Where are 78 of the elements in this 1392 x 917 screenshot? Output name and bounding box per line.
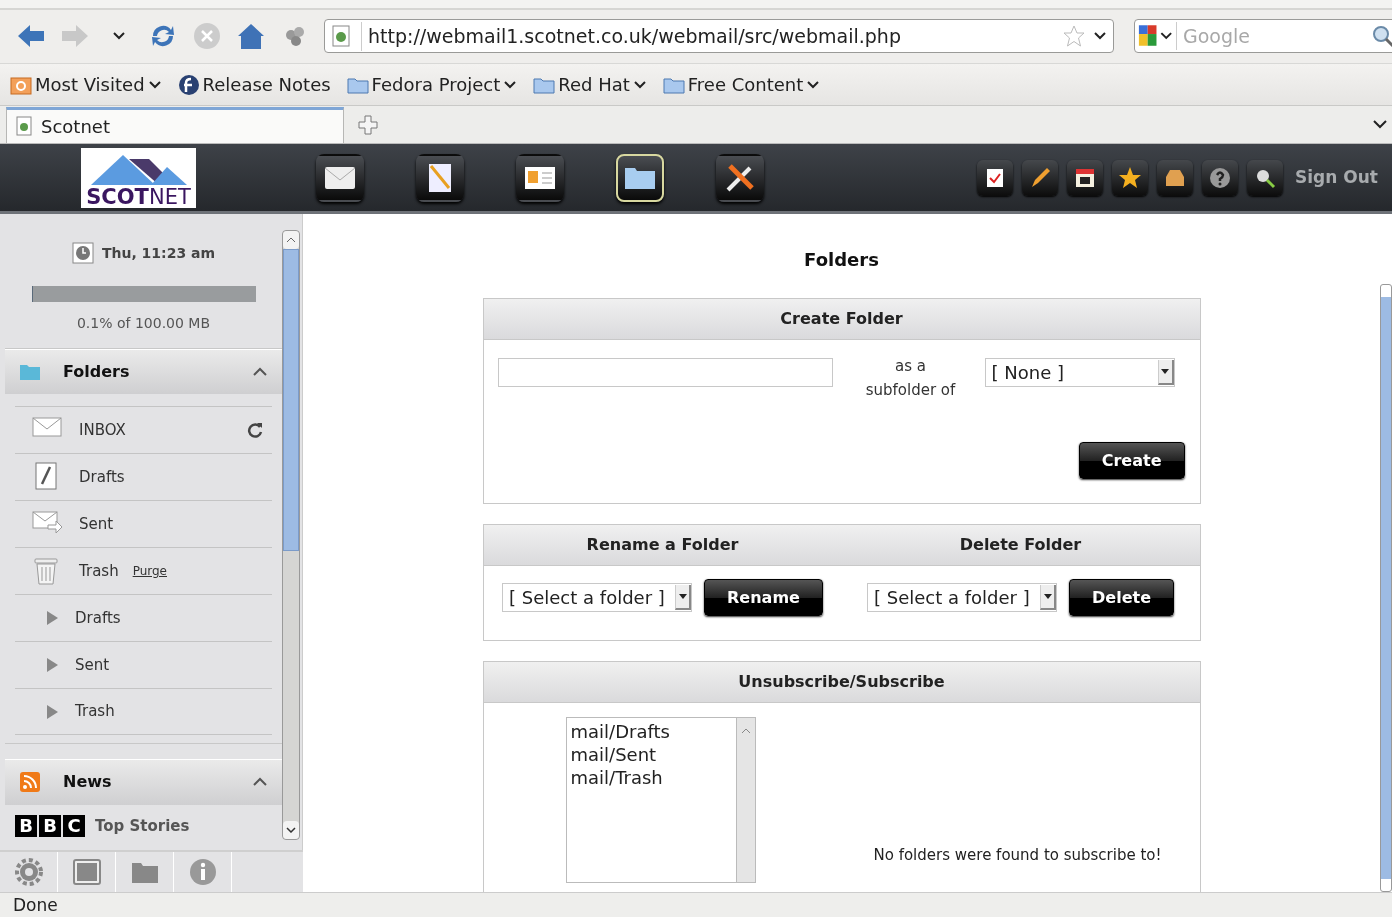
subfolder-label: as a subfolder of <box>864 356 957 402</box>
clock-icon <box>71 242 94 265</box>
create-button[interactable]: Create <box>1078 442 1185 480</box>
caret-icon <box>678 594 687 600</box>
scrollbar[interactable] <box>282 230 300 841</box>
listbox-option[interactable]: mail/Drafts <box>570 720 732 744</box>
bookmark[interactable]: Release Notes <box>177 71 331 99</box>
search-icon[interactable] <box>1371 24 1392 49</box>
clock-text: Thu, 11:23 am <box>101 243 216 263</box>
scroll-up-icon[interactable] <box>286 237 296 244</box>
rename-button[interactable]: Rename <box>704 579 823 617</box>
chevron-down-icon[interactable] <box>1372 118 1388 129</box>
status-text: Done <box>0 891 1392 917</box>
empty-message: No folders were found to subscribe to! <box>873 845 1162 867</box>
window-icon[interactable] <box>71 857 102 888</box>
page-title: Folders <box>804 248 879 273</box>
new-tab-icon[interactable] <box>358 114 378 135</box>
gear-icon[interactable] <box>13 857 44 888</box>
section-title: Rename a Folder <box>585 534 740 557</box>
folder-link[interactable]: Trash <box>79 559 119 583</box>
home-icon[interactable] <box>236 22 266 51</box>
refresh-icon[interactable] <box>246 421 264 440</box>
search-bar[interactable]: Google <box>1134 19 1392 54</box>
module-button[interactable] <box>316 153 364 202</box>
folder-select[interactable]: [ Select a folder ] <box>867 583 1057 613</box>
panel-header[interactable]: Folders <box>5 348 282 395</box>
purge-link[interactable]: Purge <box>132 562 167 581</box>
browser-tab[interactable]: Scotnet <box>6 106 344 143</box>
page-icon <box>15 116 33 137</box>
caret-icon <box>1043 594 1052 600</box>
caret-icon <box>1161 369 1169 375</box>
collapse-icon[interactable] <box>252 777 268 788</box>
folder-name-field[interactable] <box>497 358 833 388</box>
listbox-option[interactable]: mail/Sent <box>570 743 732 767</box>
rss-icon <box>19 771 41 794</box>
url-text: http://webmail1.scotnet.co.uk/webmail/src/webmail.php <box>361 22 1063 51</box>
chevron-down-icon[interactable] <box>1093 31 1107 42</box>
triangle-right-icon[interactable] <box>45 610 59 627</box>
bookmark[interactable]: Red Hat <box>533 71 647 99</box>
star-icon[interactable] <box>1063 25 1085 48</box>
page-icon <box>331 25 351 48</box>
triangle-right-icon[interactable] <box>45 657 59 674</box>
delete-button[interactable]: Delete <box>1069 579 1174 617</box>
fedora-icon <box>177 73 200 96</box>
folder-select[interactable]: [ Select a folder ] <box>502 583 693 613</box>
news-feed-link[interactable]: Top Stories <box>95 815 190 838</box>
parent-select[interactable]: [ None ] <box>984 358 1175 388</box>
triangle-right-icon[interactable] <box>45 703 59 720</box>
bookmark[interactable]: Fedora Project <box>346 71 518 99</box>
info-icon[interactable] <box>187 857 218 888</box>
dots-icon[interactable] <box>283 25 307 48</box>
section-title: Delete Folder <box>958 534 1083 557</box>
bookmark[interactable]: Most Visited <box>10 71 162 99</box>
panel-header[interactable]: News <box>5 759 282 805</box>
address-bar[interactable]: http://webmail1.scotnet.co.uk/webmail/src/webmail.php <box>324 19 1114 54</box>
folder-item[interactable]: Drafts <box>15 594 272 642</box>
scrollbar[interactable] <box>1380 284 1392 892</box>
chevron-down-icon[interactable] <box>112 31 126 42</box>
bookmark[interactable]: Free Content <box>662 71 821 99</box>
news-source-logo: B B C <box>15 815 85 838</box>
logo: SCOTNET <box>81 147 196 208</box>
folder-item[interactable]: Trash <box>15 688 272 736</box>
module-button[interactable] <box>716 153 764 202</box>
folder-listbox[interactable]: mail/Drafts mail/Sent mail/Trash <box>565 717 756 884</box>
module-button[interactable] <box>516 153 564 202</box>
folder-link[interactable]: Drafts <box>79 465 125 489</box>
collapse-icon[interactable] <box>252 366 268 377</box>
folder-item[interactable]: Sent <box>15 641 272 689</box>
folder-link[interactable]: INBOX <box>79 418 126 442</box>
scroll-down-icon[interactable] <box>286 827 296 834</box>
section-title: Create Folder <box>779 308 904 331</box>
sign-out-link[interactable]: Sign Out <box>1295 164 1392 191</box>
back-icon[interactable] <box>16 23 46 50</box>
listbox-option[interactable]: mail/Trash <box>570 766 732 790</box>
folder-link[interactable]: Sent <box>79 512 114 536</box>
module-button[interactable] <box>416 153 464 202</box>
module-button[interactable] <box>616 153 664 202</box>
section-title: Unsubscribe/Subscribe <box>737 671 946 694</box>
